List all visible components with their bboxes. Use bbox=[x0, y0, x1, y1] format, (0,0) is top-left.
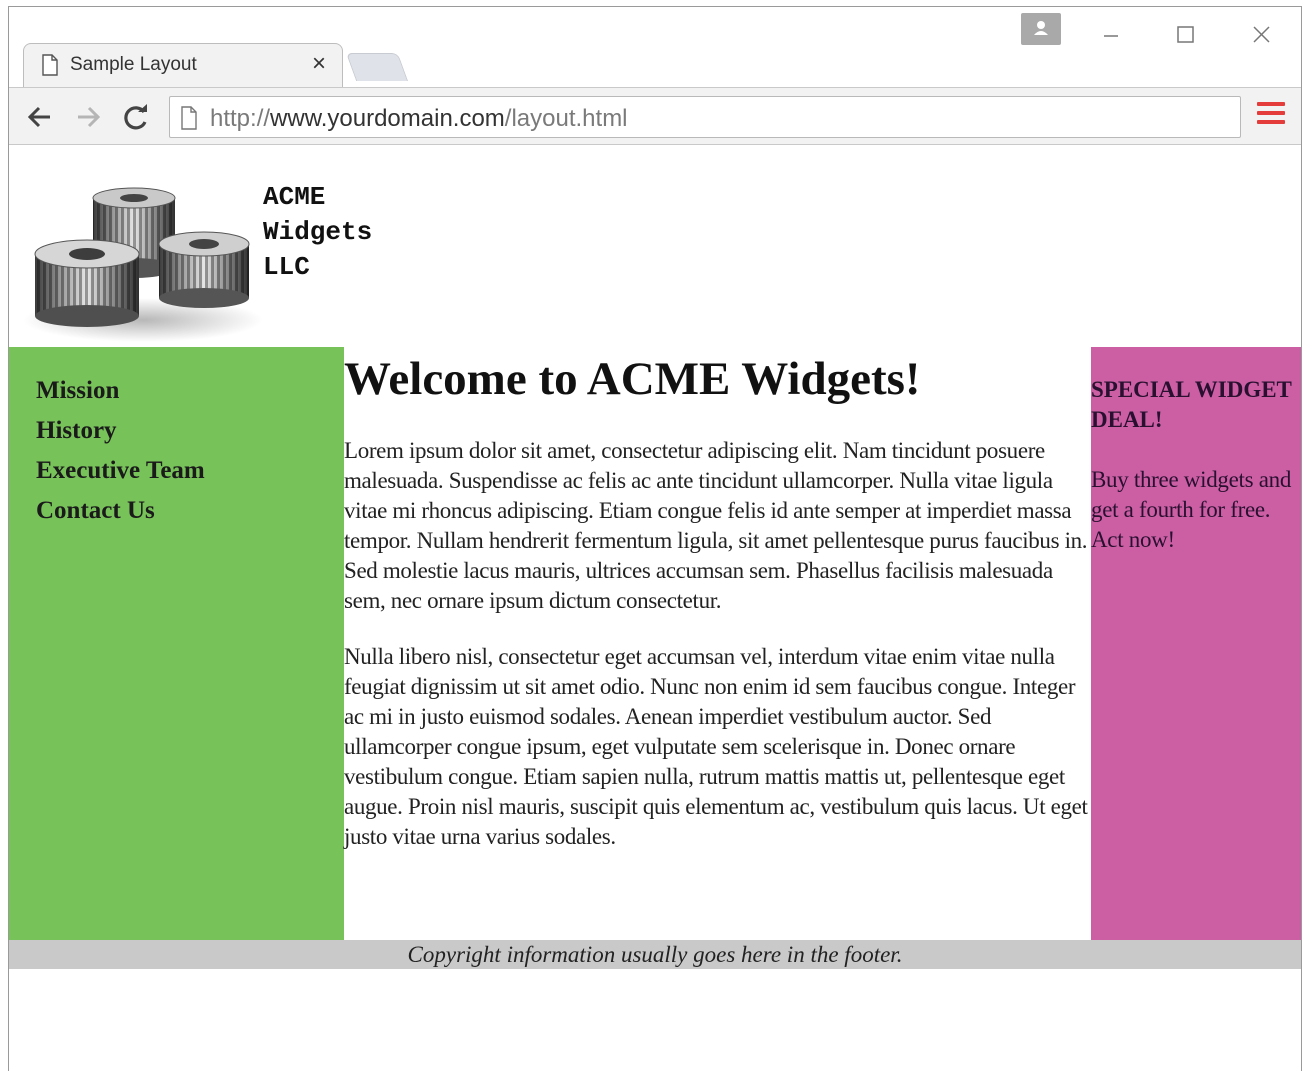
tab-close-button[interactable]: × bbox=[306, 51, 332, 77]
reload-icon[interactable] bbox=[119, 100, 153, 134]
person-icon bbox=[1034, 21, 1048, 35]
site-nav: Mission History Executive Team Contact U… bbox=[9, 347, 344, 940]
close-window-button[interactable] bbox=[1241, 17, 1281, 51]
forward-arrow-icon[interactable] bbox=[71, 100, 105, 134]
body-paragraph: Lorem ipsum dolor sit amet, consectetur … bbox=[344, 438, 1088, 613]
special-deal-sidebar: SPECIAL WIDGET DEAL! Buy three widgets a… bbox=[1091, 347, 1301, 940]
tab-strip: Sample Layout × bbox=[9, 7, 1301, 87]
tab-sample-layout[interactable]: Sample Layout × bbox=[23, 43, 343, 87]
nav-link-contact-us[interactable]: Contact Us bbox=[36, 491, 344, 531]
url-scheme: http:// bbox=[210, 105, 271, 132]
main-content: Welcome to ACME Widgets! Lorem ipsum dol… bbox=[344, 347, 1091, 940]
nav-link-executive-team[interactable]: Executive Team bbox=[36, 451, 344, 491]
url-path: /layout.html bbox=[504, 105, 628, 132]
gears-logo-icon bbox=[23, 187, 263, 342]
new-tab-button[interactable] bbox=[345, 53, 409, 81]
special-deal-title: SPECIAL WIDGET DEAL! bbox=[1091, 377, 1292, 432]
menu-bar bbox=[1257, 102, 1285, 106]
site-footer: Copyright information usually goes here … bbox=[9, 940, 1301, 969]
address-bar[interactable]: http://www.yourdomain.com/layout.html bbox=[169, 96, 1241, 138]
nav-link-history[interactable]: History bbox=[36, 411, 344, 451]
company-name-line: Widgets bbox=[263, 217, 373, 247]
page-icon bbox=[42, 54, 58, 76]
browser-toolbar: http://www.yourdomain.com/layout.html bbox=[9, 87, 1301, 145]
company-name-line: ACME bbox=[263, 182, 326, 212]
page-heading: Welcome to ACME Widgets! bbox=[344, 353, 921, 405]
page-icon bbox=[181, 106, 197, 130]
special-deal-text: Buy three widgets and get a fourth for f… bbox=[1091, 467, 1292, 552]
page-viewport: ACME Widgets LLC Mission History Executi… bbox=[9, 146, 1301, 1071]
menu-bar bbox=[1257, 111, 1285, 115]
site-header: ACME Widgets LLC bbox=[9, 146, 1301, 348]
company-name: ACME Widgets LLC bbox=[263, 180, 372, 285]
company-name-line: LLC bbox=[263, 252, 310, 282]
maximize-button[interactable] bbox=[1165, 17, 1205, 51]
profile-button[interactable] bbox=[1021, 13, 1061, 45]
browser-window: Sample Layout × http://www.yourdomain.co… bbox=[8, 6, 1302, 1071]
url-domain: www.yourdomain.com bbox=[270, 105, 505, 132]
url-text[interactable]: http://www.yourdomain.com/layout.html bbox=[210, 105, 628, 133]
body-paragraph: Nulla libero nisl, consectetur eget accu… bbox=[344, 644, 1088, 849]
minimize-button[interactable] bbox=[1091, 17, 1131, 51]
back-arrow-icon[interactable] bbox=[23, 100, 57, 134]
tab-title: Sample Layout bbox=[70, 54, 197, 75]
menu-bar bbox=[1257, 120, 1285, 124]
nav-link-mission[interactable]: Mission bbox=[36, 371, 344, 411]
hamburger-menu-icon[interactable] bbox=[1257, 102, 1285, 132]
